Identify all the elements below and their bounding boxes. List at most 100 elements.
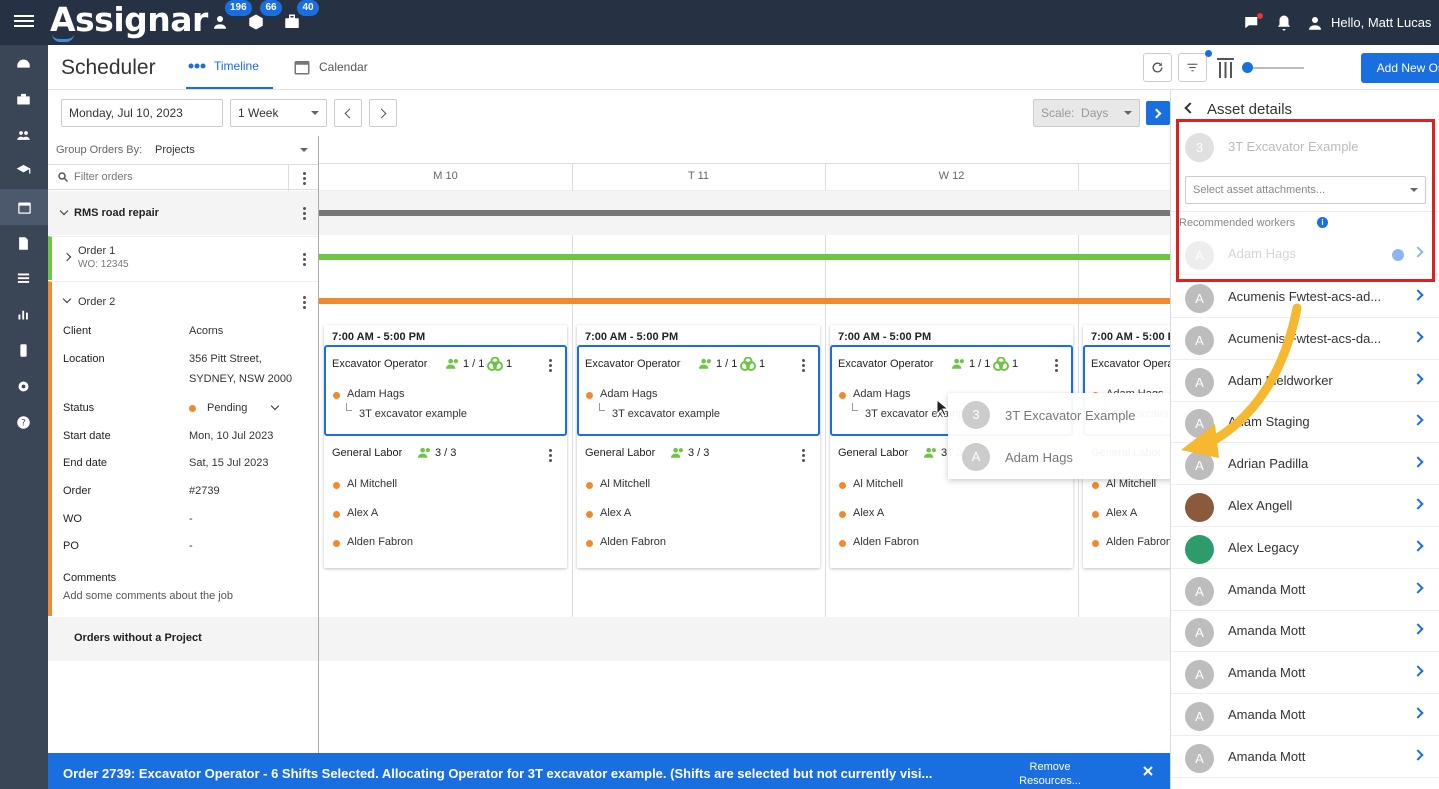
worker-name[interactable]: Alden Fabron <box>853 536 919 548</box>
order-row[interactable]: Order 1 WO: 12345 <box>48 236 318 280</box>
role-more-icon[interactable] <box>802 449 805 462</box>
document-icon[interactable] <box>12 232 34 254</box>
order-more-icon[interactable] <box>303 253 306 266</box>
chevron-right-icon[interactable] <box>1412 414 1424 427</box>
project-row[interactable]: RMS road repair <box>48 191 318 235</box>
filter-more-icon[interactable] <box>303 172 306 185</box>
worker-name[interactable]: Al Mitchell <box>853 478 903 490</box>
worker-name[interactable]: Alex A <box>600 507 631 519</box>
chevron-right-icon[interactable] <box>1412 581 1424 594</box>
role-more-icon[interactable] <box>549 359 552 372</box>
shift-card[interactable]: 7:00 AM - 5:00 PM Excavator Operator 1 / 1… <box>324 325 567 568</box>
worker-name[interactable]: Alden Fabron <box>1106 536 1170 548</box>
asset-cluster-icon <box>487 357 503 371</box>
chevron-down-icon[interactable] <box>59 206 69 216</box>
order2-timeline-bar[interactable] <box>319 298 1170 304</box>
chevron-down-icon[interactable] <box>62 294 72 304</box>
role-more-icon[interactable] <box>802 359 805 372</box>
chevron-right-icon[interactable] <box>1412 331 1424 343</box>
chevron-right-icon[interactable] <box>1412 665 1424 677</box>
worker-name[interactable]: Adam Hags <box>600 388 657 400</box>
chevron-right-icon[interactable] <box>1412 540 1424 552</box>
help-icon[interactable]: ? <box>12 411 34 433</box>
chevron-right-icon[interactable] <box>1412 372 1424 385</box>
role-more-icon[interactable] <box>1055 359 1058 372</box>
tab-timeline[interactable]: Timeline <box>186 45 273 89</box>
next-week-button[interactable] <box>369 99 397 127</box>
settings-icon[interactable] <box>12 375 34 397</box>
worker-list-item[interactable]: A Amanda Mott <box>1171 652 1439 695</box>
range-select[interactable]: 1 Week <box>230 99 327 127</box>
menu-icon[interactable] <box>14 12 34 32</box>
date-picker-input[interactable]: Monday, Jul 10, 2023 <box>61 99 223 127</box>
comments-value[interactable]: Add some comments about the job <box>63 590 233 602</box>
worker-list-item[interactable]: A Amanda Mott <box>1171 694 1439 736</box>
dashboard-icon[interactable] <box>12 53 34 75</box>
mobile-icon[interactable] <box>12 339 34 361</box>
chevron-right-icon[interactable] <box>62 252 72 262</box>
divider <box>288 165 289 191</box>
briefcase-icon[interactable] <box>283 13 301 31</box>
chevron-right-icon[interactable] <box>1412 456 1424 468</box>
refresh-button[interactable] <box>1143 53 1172 82</box>
worker-name[interactable]: Alden Fabron <box>600 536 666 548</box>
worker-name[interactable]: Alex A <box>347 507 378 519</box>
bell-icon[interactable] <box>1275 14 1293 32</box>
remove-resources-button[interactable]: Remove Resources... <box>1010 760 1090 788</box>
worker-name[interactable]: Adam Hags <box>347 388 404 400</box>
chevron-right-icon[interactable] <box>1412 623 1424 636</box>
filter-orders-input[interactable] <box>74 169 284 185</box>
worker-name[interactable]: Al Mitchell <box>1106 478 1156 490</box>
user-greeting[interactable]: Hello, Matt Lucas <box>1331 15 1431 30</box>
chevron-down-icon[interactable] <box>270 401 280 411</box>
previous-week-button[interactable] <box>334 99 362 127</box>
people-nav-icon[interactable] <box>12 124 34 146</box>
worker-list-item[interactable]: A Amanda Mott <box>1171 736 1439 778</box>
group-by-select[interactable]: Projects <box>155 144 310 156</box>
worker-name[interactable]: Adam Hags <box>853 388 910 400</box>
back-chevron-icon[interactable] <box>1184 102 1196 114</box>
group-by-label: Group Orders By: <box>56 144 143 156</box>
order-more-icon[interactable] <box>303 296 306 309</box>
worker-list-item[interactable]: A Alex Legacy <box>1171 527 1439 569</box>
close-icon[interactable] <box>1141 764 1155 778</box>
zoom-slider-track[interactable] <box>1247 67 1304 69</box>
worker-list-item[interactable]: A Amanda Mott <box>1171 610 1439 653</box>
worker-name[interactable]: Alex A <box>1106 507 1137 519</box>
filter-button[interactable] <box>1178 53 1207 82</box>
worker-name[interactable]: Alden Fabron <box>347 536 413 548</box>
project-more-icon[interactable] <box>303 207 306 220</box>
timeline-icon <box>188 63 206 69</box>
role-more-icon[interactable] <box>549 449 552 462</box>
asset-box-icon[interactable] <box>247 13 265 31</box>
project-timeline-bar[interactable] <box>319 210 1170 216</box>
asset-name[interactable]: 3T excavator example <box>359 408 467 420</box>
chevron-right-icon[interactable] <box>1412 707 1424 719</box>
tab-calendar[interactable]: Calendar <box>293 45 368 89</box>
asset-name[interactable]: 3T excavator example <box>612 408 720 420</box>
order1-timeline-bar[interactable] <box>319 254 1170 260</box>
worker-list-item[interactable]: A Amanda Mott <box>1171 569 1439 611</box>
training-icon[interactable] <box>12 159 34 181</box>
calendar-nav-icon[interactable] <box>0 189 48 225</box>
chevron-right-icon[interactable] <box>1412 749 1424 761</box>
worker-name[interactable]: Al Mitchell <box>347 478 397 490</box>
detail-value[interactable]: Pending <box>207 402 247 414</box>
briefcase-nav-icon[interactable] <box>12 88 34 110</box>
columns-icon[interactable] <box>1217 58 1234 78</box>
zoom-slider-handle[interactable] <box>1242 62 1253 73</box>
chevron-right-icon[interactable] <box>1412 498 1424 510</box>
worker-name[interactable]: Al Mitchell <box>600 478 650 490</box>
reports-icon[interactable] <box>12 303 34 325</box>
expand-panel-button[interactable] <box>1146 101 1170 125</box>
worker-list-item[interactable]: A Alex Angell <box>1171 485 1439 527</box>
list-icon[interactable] <box>12 267 34 289</box>
scale-select[interactable]: Scale: Days <box>1033 99 1140 127</box>
shift-card[interactable]: 7:00 AM - 5:00 PM Excavator Operator 1 / 1… <box>577 325 820 568</box>
chevron-right-icon[interactable] <box>1412 289 1424 301</box>
people-icon[interactable] <box>211 13 229 31</box>
no-project-row[interactable]: Orders without a Project <box>48 617 318 661</box>
add-new-order-button[interactable]: Add New Order <box>1361 53 1439 83</box>
user-icon[interactable] <box>1306 14 1324 32</box>
worker-name[interactable]: Alex A <box>853 507 884 519</box>
